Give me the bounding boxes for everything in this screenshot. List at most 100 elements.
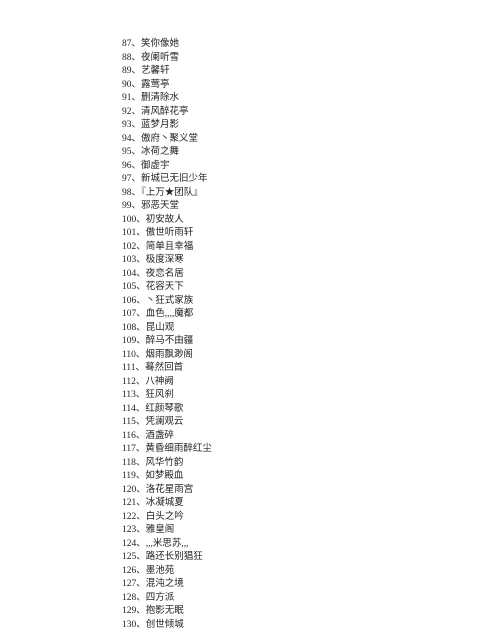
item-number: 93 [122,120,132,130]
list-item: 96、御虚宇 [122,160,500,174]
item-text: 『上万★团队』 [141,188,203,198]
item-text: 笑你像她 [141,39,179,49]
item-text: 冰荷之舞 [141,147,179,157]
item-number: 120 [122,485,136,495]
item-text: 创世倾城 [146,620,184,630]
separator: 、 [136,323,146,333]
item-number: 105 [122,282,136,292]
item-text: 丶狂式家族 [146,296,194,306]
item-number: 107 [122,309,136,319]
item-text: 蓦然回首 [145,363,183,373]
item-text: 傲府丶聚义堂 [141,134,198,144]
list-item: 92、清风醉花亭 [122,106,500,120]
item-number: 89 [122,66,132,76]
separator: 、 [136,444,146,454]
separator: 、 [136,282,146,292]
list-item: 124、,,,米思苏,,, [122,538,500,552]
item-text: 删清除水 [141,93,179,103]
separator: 、 [132,93,142,103]
separator: 、 [136,579,146,589]
list-item: 91、删清除水 [122,92,500,106]
item-number: 109 [122,336,136,346]
list-item: 129、抱影无眠 [122,605,500,619]
separator: 、 [132,134,142,144]
item-text: 路还长别猖狂 [146,552,203,562]
item-text: 清风醉花亭 [141,107,189,117]
separator: 、 [136,309,146,319]
separator: 、 [136,485,146,495]
list-item: 128、四方派 [122,592,500,606]
separator: 、 [136,215,146,225]
separator: 、 [136,458,146,468]
item-number: 103 [122,255,136,265]
separator: 、 [132,201,142,211]
separator: 、 [136,363,146,373]
item-number: 108 [122,323,136,333]
item-number: 116 [122,431,136,441]
item-number: 94 [122,134,132,144]
item-text: 简单且幸福 [146,242,194,252]
item-number: 112 [122,377,136,387]
item-number: 118 [122,458,136,468]
separator: 、 [132,147,142,157]
list-item: 125、路还长别猖狂 [122,551,500,565]
item-number: 87 [122,39,132,49]
item-number: 95 [122,147,132,157]
item-text: 白头之吟 [146,512,184,522]
item-text: 花容天下 [146,282,184,292]
item-text: 凭澜观云 [145,417,183,427]
list-item: 117、黄昏细雨醉红尘 [122,443,500,457]
list-item: 123、雅皇阁 [122,524,500,538]
separator: 、 [136,552,146,562]
item-text: 艺馨轩 [141,66,170,76]
item-number: 117 [122,444,136,454]
item-number: 91 [122,93,132,103]
list-item: 105、花容天下 [122,281,500,295]
list-item: 107、血色,,,,魔都 [122,308,500,322]
separator: 、 [136,255,146,265]
list-item: 113、狂风刹 [122,389,500,403]
item-text: 傲世听雨轩 [146,228,194,238]
item-text: 血色,,,,魔都 [146,309,194,319]
document-page: 87、笑你像她88、夜阑听雪89、艺馨轩90、露莺亭91、删清除水92、清风醉花… [0,0,500,632]
item-text: 黄昏细雨醉红尘 [145,444,212,454]
item-text: 昆山观 [146,323,175,333]
item-text: 醉马不由疆 [146,336,194,346]
item-text: 酒盏碎 [145,431,174,441]
list-item: 103、极度深寒 [122,254,500,268]
list-item: 130、创世倾城 [122,619,500,633]
item-number: 122 [122,512,136,522]
item-number: 99 [122,201,132,211]
item-text: 四方派 [146,593,175,603]
item-number: 128 [122,593,136,603]
item-number: 119 [122,471,136,481]
list-item: 112、八神阙 [122,376,500,390]
item-text: 烟雨飘渺阁 [145,350,193,360]
item-number: 96 [122,161,132,171]
item-number: 102 [122,242,136,252]
list-item: 106、丶狂式家族 [122,295,500,309]
item-number: 110 [122,350,136,360]
list-item: 119、如梦殿血 [122,470,500,484]
list-item: 102、简单且幸福 [122,241,500,255]
list-item: 98、『上万★团队』 [122,187,500,201]
separator: 、 [132,80,142,90]
item-number: 130 [122,620,136,630]
list-item: 94、傲府丶聚义堂 [122,133,500,147]
separator: 、 [132,120,142,130]
list-item: 99、邪恶天堂 [122,200,500,214]
list-item: 114、红颜琴歌 [122,403,500,417]
separator: 、 [136,242,146,252]
separator: 、 [132,39,142,49]
separator: 、 [136,336,146,346]
separator: 、 [136,539,146,549]
list-item: 97、新城已无旧少年 [122,173,500,187]
list-item: 116、酒盏碎 [122,430,500,444]
item-number: 126 [122,566,136,576]
item-number: 114 [122,404,136,414]
item-number: 100 [122,215,136,225]
item-text: 红颜琴歌 [145,404,183,414]
item-number: 125 [122,552,136,562]
separator: 、 [136,593,146,603]
list-item: 118、风华竹韵 [122,457,500,471]
